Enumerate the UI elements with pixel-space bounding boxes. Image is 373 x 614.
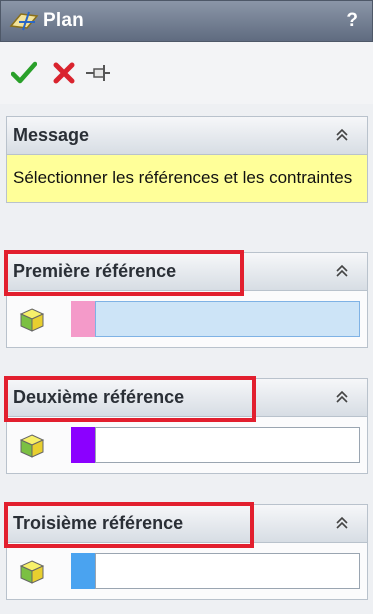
- second-reference-header[interactable]: Deuxième référence: [7, 379, 367, 417]
- checkmark-icon: [11, 61, 37, 84]
- first-reference-title: Première référence: [13, 261, 177, 281]
- collapse-chevron-icon[interactable]: [333, 262, 351, 280]
- reference-color-swatch: [71, 553, 95, 589]
- third-reference-title: Troisième référence: [13, 513, 184, 533]
- cube-icon: [19, 433, 45, 459]
- third-reference-section: Troisième référence: [6, 504, 368, 600]
- third-reference-field[interactable]: [95, 553, 360, 589]
- message-section-title: Message: [13, 125, 90, 145]
- second-reference-field[interactable]: [95, 427, 360, 463]
- first-reference-header[interactable]: Première référence: [7, 253, 367, 291]
- first-reference-section: Première référence: [6, 252, 368, 348]
- collapse-chevron-icon[interactable]: [333, 388, 351, 406]
- message-text: Sélectionner les références et les contr…: [7, 155, 367, 202]
- message-section: Message Sélectionner les références et l…: [6, 116, 368, 203]
- second-reference-section: Deuxième référence: [6, 378, 368, 474]
- plane-feature-icon: [9, 8, 39, 34]
- pushpin-button[interactable]: [84, 60, 112, 86]
- second-reference-title: Deuxième référence: [13, 387, 185, 407]
- action-toolbar: [0, 42, 373, 104]
- property-manager-titlebar: Plan ?: [0, 0, 373, 42]
- cube-icon: [19, 559, 45, 585]
- message-section-header[interactable]: Message: [7, 117, 367, 155]
- first-reference-field[interactable]: [95, 301, 360, 337]
- x-icon: [53, 62, 75, 84]
- page-title: Plan: [43, 10, 84, 31]
- ok-button[interactable]: [10, 60, 38, 86]
- pushpin-icon: [86, 65, 110, 81]
- collapse-chevron-icon[interactable]: [333, 514, 351, 532]
- third-reference-header[interactable]: Troisième référence: [7, 505, 367, 543]
- cancel-button[interactable]: [50, 60, 78, 86]
- collapse-chevron-icon[interactable]: [333, 126, 351, 144]
- reference-color-swatch: [71, 427, 95, 463]
- reference-color-swatch: [71, 301, 95, 337]
- help-button[interactable]: ?: [346, 10, 358, 32]
- cube-icon: [19, 307, 45, 333]
